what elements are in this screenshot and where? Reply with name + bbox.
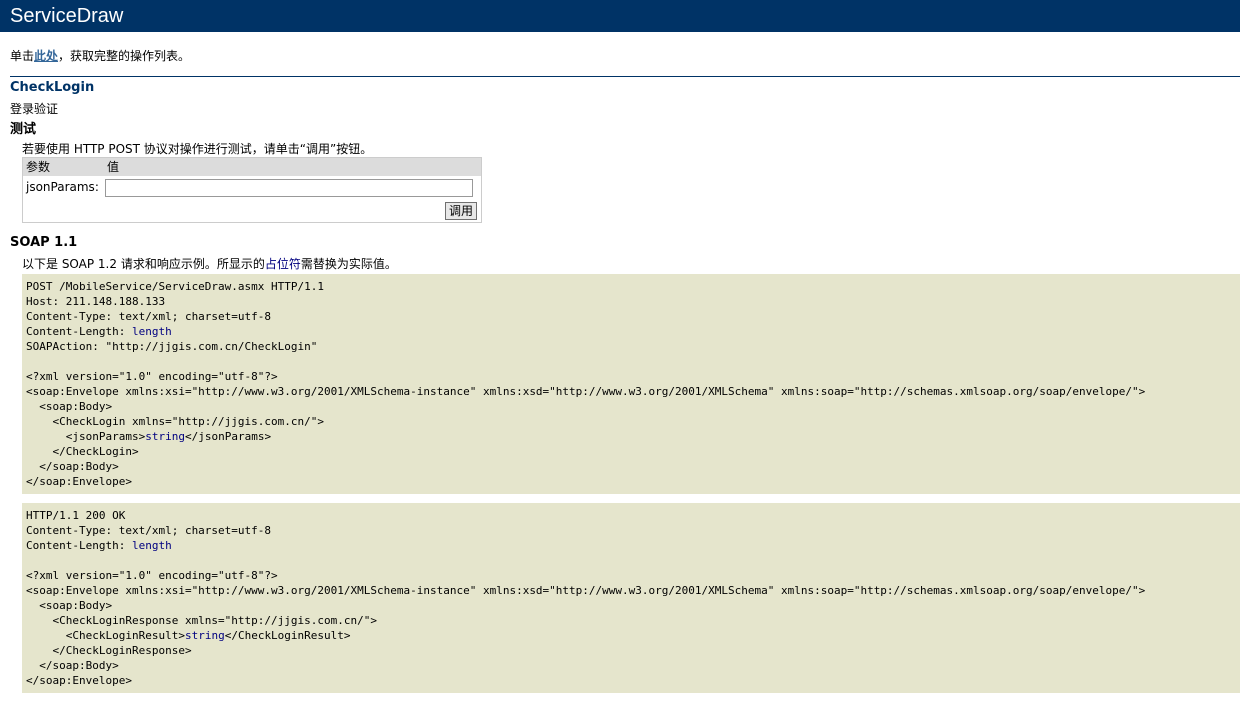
placeholder-value: length (131, 325, 172, 338)
operation-description: 登录验证 (10, 102, 59, 116)
code-line: Content-Type: text/xml; charset=utf-8 (26, 524, 272, 537)
button-row: 调用 (23, 200, 481, 222)
code-line: Content-Length: (26, 539, 132, 552)
soap-note-placeholder: 占位符 (264, 257, 301, 271)
json-params-input[interactable] (105, 179, 473, 197)
code-line: <soap:Body> (26, 599, 113, 612)
value-column-header: 值 (107, 160, 120, 174)
code-line: </CheckLogin> (26, 445, 139, 458)
test-instructions: 若要使用 HTTP POST 协议对操作进行测试，请单击“调用”按钮。 (22, 142, 373, 156)
code-line: <?xml version="1.0" encoding="utf-8"?> (26, 370, 278, 383)
soap-note-b: 需替换为实际值。 (300, 257, 397, 271)
divider (10, 76, 1240, 77)
test-form: 参数 值 jsonParams: 调用 (22, 157, 482, 223)
code-line: </CheckLoginResult> (224, 629, 351, 642)
code-line: </soap:Envelope> (26, 475, 132, 488)
code-line: <soap:Body> (26, 400, 113, 413)
param-column-header: 参数 (26, 160, 51, 174)
code-line: <?xml version="1.0" encoding="utf-8"?> (26, 569, 278, 582)
service-title: ServiceDraw (10, 5, 124, 27)
code-line: <CheckLogin xmlns="http://jjgis.com.cn/"… (26, 415, 325, 428)
soap-note-a: 以下是 SOAP 1.2 请求和响应示例。所显示的 (22, 257, 265, 271)
placeholder-value: string (184, 629, 225, 642)
code-line: <soap:Envelope xmlns:xsi="http://www.w3.… (26, 385, 1146, 398)
code-line: </soap:Envelope> (26, 674, 132, 687)
operation-name: CheckLogin (10, 80, 95, 95)
code-line: HTTP/1.1 200 OK (26, 509, 126, 522)
service-title-bar: ServiceDraw (0, 0, 1240, 32)
code-line: SOAPAction: "http://jjgis.com.cn/CheckLo… (26, 340, 318, 353)
code-line: <CheckLoginResponse xmlns="http://jjgis.… (26, 614, 377, 627)
code-line: <CheckLoginResult> (26, 629, 185, 642)
placeholder-value: string (145, 430, 185, 443)
code-line: <jsonParams> (26, 430, 146, 443)
code-line: <soap:Envelope xmlns:xsi="http://www.w3.… (26, 584, 1146, 597)
code-line: Host: 211.148.188.133 (26, 295, 166, 308)
code-line: Content-Length: (26, 325, 132, 338)
invoke-button[interactable]: 调用 (444, 202, 477, 220)
code-line: </CheckLoginResponse> (26, 644, 192, 657)
code-line: </soap:Body> (26, 659, 119, 672)
code-line: </jsonParams> (184, 430, 272, 443)
param-row: jsonParams: (23, 176, 481, 200)
soap-note: 以下是 SOAP 1.2 请求和响应示例。所显示的占位符需替换为实际值。 (22, 256, 1240, 272)
placeholder-value: length (131, 539, 172, 552)
intro-suffix: ，获取完整的操作列表。 (58, 49, 191, 63)
operation-list-link[interactable]: 此处 (34, 49, 58, 63)
intro-prefix: 单击 (10, 49, 35, 63)
form-header: 参数 值 (23, 158, 481, 176)
test-heading: 测试 (10, 122, 37, 137)
page-content: 单击此处，获取完整的操作列表。 CheckLogin 登录验证 测试 若要使用 … (0, 47, 1240, 693)
code-line: POST /MobileService/ServiceDraw.asmx HTT… (26, 280, 325, 293)
code-line: </soap:Body> (26, 460, 119, 473)
soap-heading: SOAP 1.1 (10, 235, 78, 250)
operation-list-intro: 单击此处，获取完整的操作列表。 (10, 47, 1240, 65)
soap-response-sample: HTTP/1.1 200 OK Content-Type: text/xml; … (22, 503, 1240, 693)
code-line: Content-Type: text/xml; charset=utf-8 (26, 310, 272, 323)
soap-request-sample: POST /MobileService/ServiceDraw.asmx HTT… (22, 274, 1240, 494)
json-params-label: jsonParams: (26, 180, 99, 194)
